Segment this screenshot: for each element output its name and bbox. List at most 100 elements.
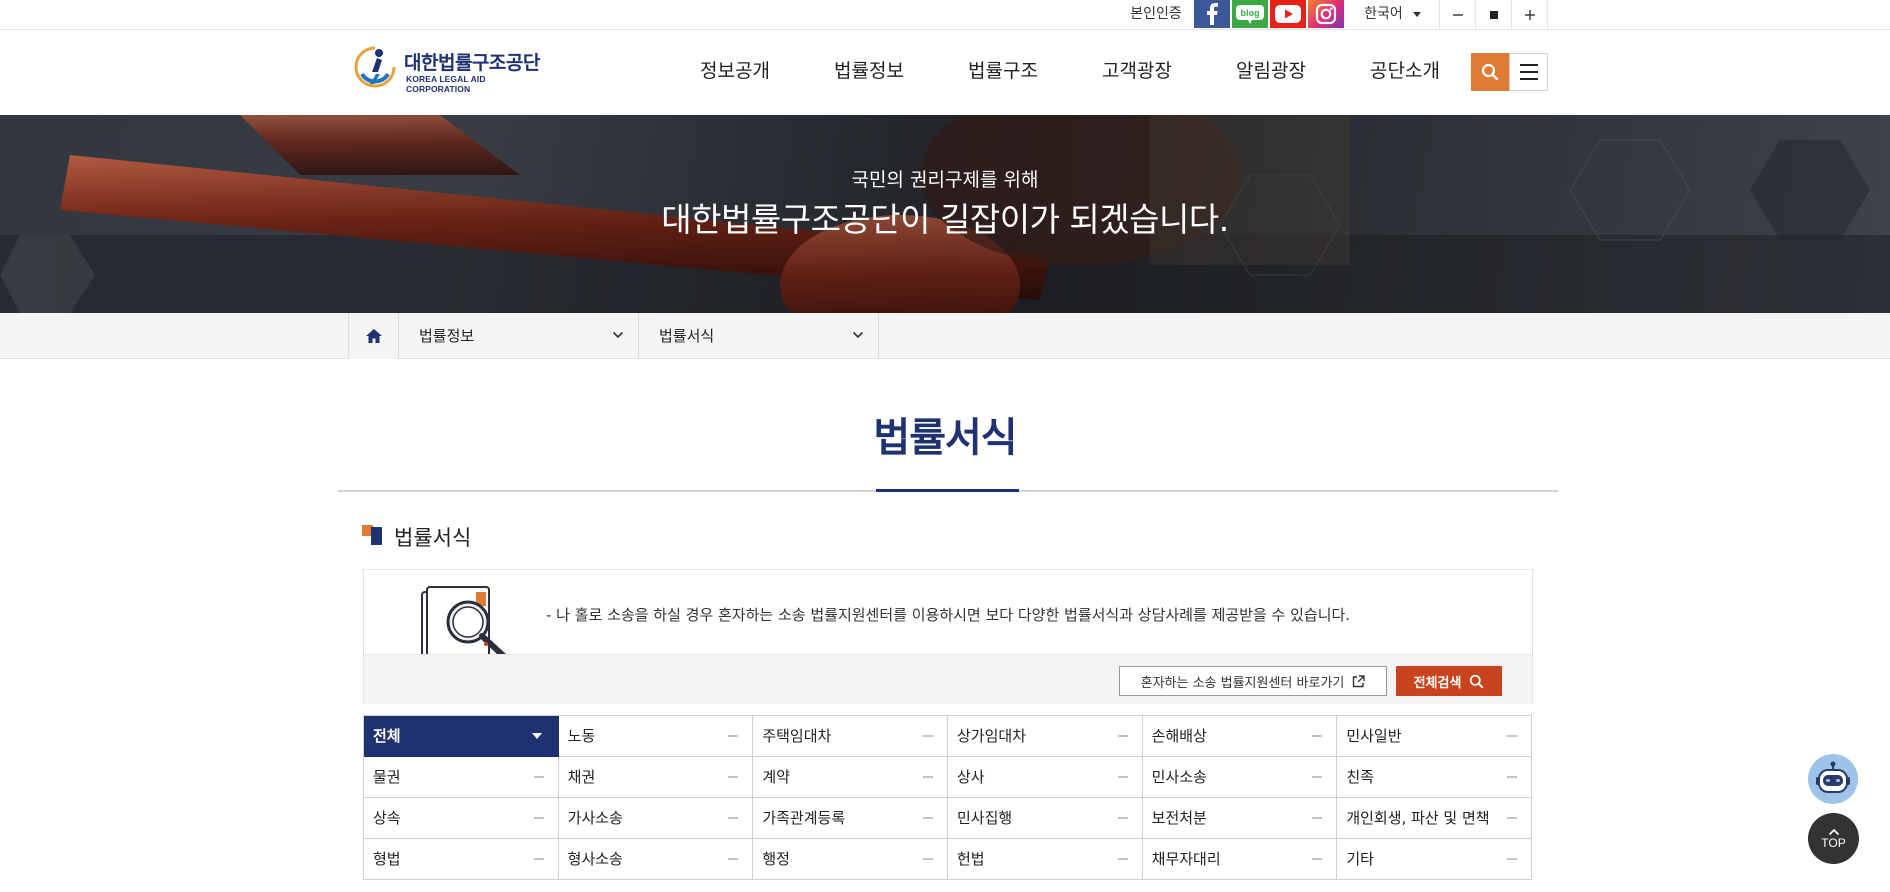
nav-item-about[interactable]: 공단소개 <box>1338 30 1472 115</box>
nav-item-legal-aid[interactable]: 법률구조 <box>936 30 1070 115</box>
category-tab-obligations[interactable]: 채권 <box>558 757 754 798</box>
category-tab-contract[interactable]: 계약 <box>753 757 948 798</box>
external-link-icon <box>1353 674 1366 687</box>
header-search-button[interactable] <box>1471 53 1509 91</box>
hero-title: 대한법률구조공단이 길잡이가 되겠습니다. <box>661 200 1229 239</box>
category-label: 친족 <box>1346 768 1374 786</box>
zoom-reset-button[interactable] <box>1476 0 1512 30</box>
breadcrumb-depth1-select[interactable]: 법률정보 <box>399 313 639 359</box>
home-button[interactable] <box>348 313 399 359</box>
category-tab-commercial-lease[interactable]: 상가임대차 <box>948 716 1143 757</box>
scroll-top-button[interactable]: TOP <box>1808 813 1859 864</box>
search-icon <box>1481 63 1499 81</box>
category-label: 채권 <box>567 768 596 786</box>
breadcrumb-depth2-select[interactable]: 법률서식 <box>639 313 879 359</box>
category-tab-criminal-procedure[interactable]: 형사소송 <box>558 839 754 880</box>
dash-icon <box>533 776 544 778</box>
category-label: 형사소송 <box>567 850 623 868</box>
category-tab-rehabilitation[interactable]: 개인회생, 파산 및 면책 <box>1337 798 1532 839</box>
dash-icon <box>1507 858 1517 860</box>
category-tab-family-registration[interactable]: 가족관계등록 <box>753 798 948 839</box>
category-tab-commercial[interactable]: 상사 <box>948 757 1143 798</box>
facebook-icon[interactable] <box>1194 0 1230 28</box>
category-tab-housing-lease[interactable]: 주택임대차 <box>753 716 948 757</box>
nav-item-notice[interactable]: 알림광장 <box>1204 30 1338 115</box>
category-label: 가사소송 <box>567 809 623 827</box>
dash-icon <box>1312 858 1323 860</box>
info-box: - 나 홀로 소송을 하실 경우 혼자하는 소송 법률지원센터를 이용하시면 보… <box>363 569 1533 704</box>
site-header: 대한법률구조공단 KOREA LEGAL AID CORPORATION 정보공… <box>0 30 1890 115</box>
info-actions: 혼자하는 소송 법률지원센터 바로가기 전체검색 <box>364 654 1532 704</box>
hero-subtitle: 국민의 권리구제를 위해 <box>851 169 1039 191</box>
blog-icon[interactable]: blog <box>1232 0 1268 28</box>
dash-icon <box>1117 776 1128 778</box>
zoom-out-button[interactable] <box>1440 0 1476 30</box>
category-tab-constitutional[interactable]: 헌법 <box>948 839 1143 880</box>
dash-icon <box>1117 858 1128 860</box>
chatbot-button[interactable] <box>1808 754 1858 804</box>
hamburger-menu-button[interactable] <box>1509 53 1548 91</box>
full-search-label: 전체검색 <box>1413 675 1462 691</box>
scroll-top-label: TOP <box>1821 835 1846 850</box>
category-label: 행정 <box>762 850 790 868</box>
category-tab-civil-procedure[interactable]: 민사소송 <box>1142 757 1338 798</box>
category-tab-criminal-law[interactable]: 형법 <box>364 839 559 880</box>
category-label: 물권 <box>373 768 401 786</box>
chevron-down-icon <box>612 331 624 339</box>
language-label: 한국어 <box>1364 6 1403 22</box>
instagram-icon[interactable] <box>1308 0 1344 28</box>
category-label: 형법 <box>373 850 401 868</box>
minus-icon <box>1452 14 1463 16</box>
menu-line-icon <box>1519 78 1538 80</box>
nav-item-legal-info[interactable]: 법률정보 <box>802 30 936 115</box>
dash-icon <box>1507 776 1517 778</box>
category-tab-preservation[interactable]: 보전처분 <box>1142 798 1338 839</box>
dash-icon <box>728 858 739 860</box>
dash-icon <box>923 776 933 778</box>
language-select[interactable]: 한국어 <box>1346 0 1440 30</box>
full-search-button[interactable]: 전체검색 <box>1396 666 1502 696</box>
category-grid: 전체 노동 주택임대차 상가임대차 손해배상 민사일반 물권 채권 계약 상사 … <box>363 715 1532 880</box>
utility-bar: 본인인증 blog 한국어 <box>0 0 1890 30</box>
category-label: 손해배상 <box>1151 727 1207 745</box>
svg-text:blog: blog <box>1241 8 1260 18</box>
nav-item-info-disclosure[interactable]: 정보공개 <box>668 30 802 115</box>
dash-icon <box>1312 817 1323 819</box>
category-tab-debtor-agent[interactable]: 채무자대리 <box>1142 839 1338 880</box>
category-label: 상속 <box>373 809 401 827</box>
youtube-icon[interactable] <box>1270 0 1306 28</box>
chevron-up-icon <box>1828 828 1839 835</box>
category-tab-administrative[interactable]: 행정 <box>753 839 948 880</box>
chevron-down-icon <box>852 331 864 339</box>
triangle-down-icon <box>531 733 542 739</box>
dash-icon <box>533 858 544 860</box>
category-label: 가족관계등록 <box>762 809 846 827</box>
dash-icon <box>533 817 544 819</box>
document-search-icon <box>421 586 506 654</box>
category-label: 민사일반 <box>1346 727 1402 745</box>
category-label: 상가임대차 <box>957 727 1027 745</box>
category-tab-family-litigation[interactable]: 가사소송 <box>558 798 754 839</box>
category-tab-property-rights[interactable]: 물권 <box>364 757 559 798</box>
verify-link[interactable]: 본인인증 <box>1120 0 1192 30</box>
category-tab-other[interactable]: 기타 <box>1337 839 1532 880</box>
dash-icon <box>1117 735 1128 737</box>
zoom-in-button[interactable] <box>1512 0 1548 30</box>
category-tab-all[interactable]: 전체 <box>364 716 559 757</box>
category-tab-civil-execution[interactable]: 민사집행 <box>948 798 1143 839</box>
site-logo[interactable]: 대한법률구조공단 KOREA LEGAL AID CORPORATION <box>352 44 552 94</box>
self-litigation-center-link-button[interactable]: 혼자하는 소송 법률지원센터 바로가기 <box>1119 666 1387 696</box>
category-tab-family-relations[interactable]: 친족 <box>1337 757 1532 798</box>
dash-icon <box>728 735 739 737</box>
dash-icon <box>1312 776 1323 778</box>
self-litigation-center-link-label: 혼자하는 소송 법률지원센터 바로가기 <box>1140 675 1345 691</box>
category-tab-inheritance[interactable]: 상속 <box>364 798 559 839</box>
category-tab-damages[interactable]: 손해배상 <box>1142 716 1338 757</box>
title-divider-accent <box>876 489 1019 492</box>
dash-icon <box>1507 817 1517 819</box>
breadcrumb-depth2-label: 법률서식 <box>659 327 715 345</box>
category-tab-civil-general[interactable]: 민사일반 <box>1337 716 1532 757</box>
section-marker-icon <box>362 525 382 545</box>
nav-item-customer[interactable]: 고객광장 <box>1070 30 1204 115</box>
category-tab-labor[interactable]: 노동 <box>558 716 754 757</box>
